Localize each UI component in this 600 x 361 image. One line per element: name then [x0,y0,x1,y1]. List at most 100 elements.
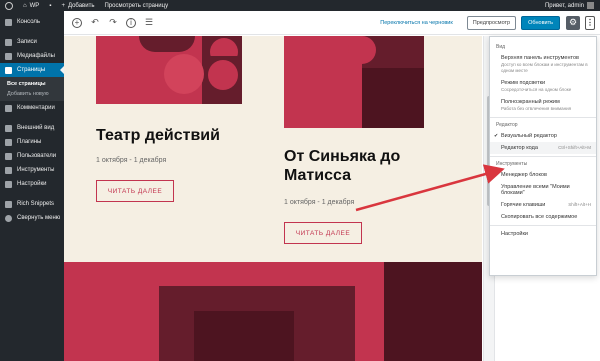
sidebar-item-label: Записи [17,39,37,45]
sidebar-item-tools[interactable]: Инструменты [0,163,64,177]
menu-item-copy-all[interactable]: Скопировать все содержимое [490,211,596,223]
plus-icon: + [61,2,65,9]
editor-group: Редактор Визуальный редактор Редактор ко… [490,118,596,157]
account-menu[interactable]: Привет, admin [545,2,600,9]
sidebar-item-label: Пользователи [17,153,57,159]
menu-item-label: Полноэкранный режим [501,99,560,105]
settings-toggle-button[interactable]: ⚙ [566,15,580,30]
card-title[interactable]: От Синьяка до [284,147,400,167]
card-date[interactable]: 1 октября - 1 декабря [96,157,166,164]
sidebar-item-pages[interactable]: Страницы [0,63,64,77]
sidebar-item-label: Плагины [17,139,42,145]
sidebar-item-label: Медиафайлы [17,53,55,59]
sidebar-item-dashboard[interactable]: Консоль [0,15,64,29]
media-icon [5,52,12,60]
update-button[interactable]: Обновить [521,15,560,30]
card-date[interactable]: 1 октября - 1 декабря [284,199,354,206]
keyboard-shortcut: Shift+Alt+H [568,202,591,207]
sidebar-item-label: Консоль [17,19,41,25]
menu-item-label: Скопировать все содержимое [501,214,578,220]
sidebar-item-label: Внешний вид [17,125,55,131]
site-name-link[interactable]: ⌂ WP [18,3,44,9]
menu-item-label: Управление всеми "Моими блоками" [501,184,570,196]
menu-item-label: Менеджер блоков [501,172,547,178]
info-icon: i [130,17,132,27]
tools-group: Инструменты Менеджер блоков Управление в… [490,157,596,226]
menu-item-description: Доступ ко всем блокам и инструментам в о… [501,62,588,73]
list-icon: ☰ [144,17,154,27]
plus-icon: + [74,17,80,27]
dashboard-icon [5,18,12,26]
pages-submenu: Все страницы Добавить новую [0,77,64,101]
home-icon: ⌂ [23,2,27,9]
pin-icon [5,38,12,46]
menu-item-spotlight-mode[interactable]: Режим подсветки Сосредоточиться на одном… [490,77,596,96]
image-shape [348,36,376,64]
menu-item-fullscreen-mode[interactable]: Полноэкранный режим Работа без отвлечени… [490,96,596,115]
menu-item-description: Сосредоточиться на одном блоке [501,87,572,92]
preview-button[interactable]: Предпросмотр [466,15,517,30]
sidebar-item-posts[interactable]: Записи [0,35,64,49]
add-block-button[interactable]: + [72,17,82,28]
new-content-link[interactable]: + Добавить [56,3,99,9]
sidebar-item-appearance[interactable]: Внешний вид [0,121,64,135]
undo-button[interactable]: ↶ [90,18,100,28]
view-page-label: Просмотреть страницу [104,2,169,9]
wp-logo-menu[interactable] [0,1,18,10]
sidebar-item-media[interactable]: Медиафайлы [0,49,64,63]
group-label: Инструменты [496,161,528,167]
sidebar-item-label: Свернуть меню [17,215,61,221]
menu-item-reusable-blocks[interactable]: Управление всеми "Моими блоками" [490,181,596,199]
editor-canvas[interactable]: Театр действий 1 октября - 1 декабря ЧИТ… [64,36,482,361]
menu-item-block-manager[interactable]: Менеджер блоков [490,169,596,181]
image-shape [384,262,482,361]
content-info-button[interactable]: i [126,17,136,28]
redo-button[interactable]: ↷ [108,18,118,28]
users-icon [5,152,12,160]
image-shape [194,311,294,361]
menu-item-label: Визуальный редактор [501,133,557,139]
block-navigation-button[interactable]: ☰ [144,18,154,28]
menu-item-label: Верхняя панель инструментов [501,55,579,61]
read-more-button[interactable]: ЧИТАТЬ ДАЛЕЕ [96,180,174,202]
collapse-menu-button[interactable]: Свернуть меню [0,211,64,225]
comment-icon: ▪ [49,2,52,9]
sidebar-item-label: Инструменты [17,167,55,173]
more-tools-button[interactable]: ⋮ [585,15,595,30]
image-shape [139,36,195,52]
brush-icon [5,124,12,132]
settings-icon [5,180,12,188]
sidebar-item-settings[interactable]: Настройки [0,177,64,191]
menu-item-code-editor[interactable]: Редактор кода Ctrl+Shift+Alt+M [490,142,596,154]
comments-link[interactable]: ▪ [44,3,56,9]
group-label: Редактор [496,122,518,128]
image-shape [208,60,238,90]
sidebar-item-rich-snippets[interactable]: Rich Snippets [0,197,64,211]
comment-icon [5,104,12,112]
undo-icon: ↶ [91,17,99,27]
view-page-link[interactable]: Просмотреть страницу [99,3,173,9]
plugin-icon [5,138,12,146]
sidebar-item-plugins[interactable]: Плагины [0,135,64,149]
admin-bar: ⌂ WP ▪ + Добавить Просмотреть страницу П… [0,0,600,11]
wordpress-logo-icon [5,1,13,10]
menu-item-label: Режим подсветки [501,80,546,86]
sidebar-item-comments[interactable]: Комментарии [0,101,64,115]
menu-item-options[interactable]: Настройки [490,228,596,240]
sidebar-item-users[interactable]: Пользователи [0,149,64,163]
options-group: Настройки [490,226,596,242]
view-group: Вид Верхняя панель инструментов Доступ к… [490,40,596,118]
greeting-text: Привет, admin [544,2,584,9]
group-label: Вид [496,44,506,50]
submenu-add-new[interactable]: Добавить новую [0,89,64,99]
card-title-line2[interactable]: Матисса [284,166,351,186]
read-more-button[interactable]: ЧИТАТЬ ДАЛЕЕ [284,222,362,244]
menu-item-visual-editor[interactable]: Визуальный редактор [490,130,596,142]
menu-item-keyboard-shortcuts[interactable]: Горячие клавиши Shift+Alt+H [490,199,596,211]
redo-icon: ↷ [109,17,117,27]
more-tools-menu: Вид Верхняя панель инструментов Доступ к… [489,36,597,276]
menu-item-top-toolbar[interactable]: Верхняя панель инструментов Доступ ко вс… [490,52,596,77]
card-title[interactable]: Театр действий [96,126,220,146]
switch-to-draft-link[interactable]: Переключиться на черновик [380,20,453,26]
submenu-all-pages[interactable]: Все страницы [0,79,64,89]
